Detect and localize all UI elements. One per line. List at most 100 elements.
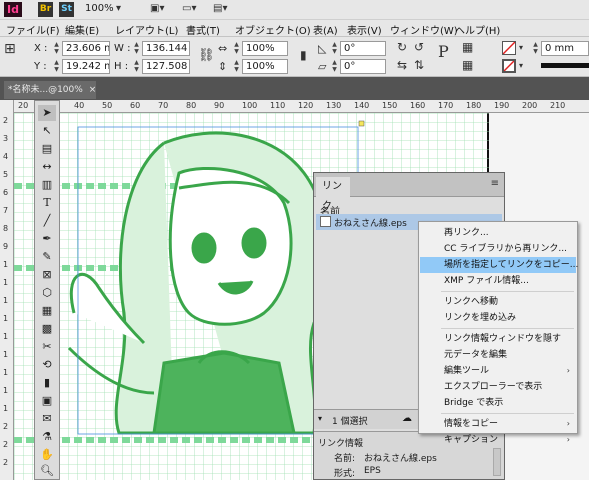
rectangle-frame-tool-icon[interactable]: ⊠ bbox=[38, 267, 56, 283]
w-spinner[interactable]: ▲ ▼ bbox=[132, 41, 141, 56]
context-menu-item[interactable]: 場所を指定してリンクをコピー... bbox=[420, 257, 578, 273]
bridge-button[interactable]: Br bbox=[38, 2, 53, 17]
flip-horizontal-icon[interactable]: ⇆ bbox=[397, 59, 407, 72]
screen-mode-icon[interactable]: ▭▾ bbox=[182, 3, 196, 14]
select-container-icon[interactable]: ▦ bbox=[462, 41, 473, 54]
stroke-type-preview[interactable] bbox=[541, 63, 589, 68]
rotate-cw-icon[interactable]: ↻ bbox=[397, 41, 407, 54]
scale-y-field[interactable]: 100% bbox=[242, 59, 288, 74]
polygon-tool-icon[interactable]: ⬡ bbox=[38, 285, 56, 301]
link-info-header[interactable]: リンク情報 bbox=[318, 436, 363, 449]
y-spinner[interactable]: ▲ ▼ bbox=[52, 59, 61, 74]
context-menu-item[interactable]: 編集ツール › bbox=[420, 363, 576, 379]
line-tool-icon[interactable]: ╱ bbox=[38, 213, 56, 229]
gradient-swatch-tool-icon[interactable]: ▮ bbox=[38, 375, 56, 391]
pencil-tool-icon[interactable]: ✎ bbox=[38, 249, 56, 265]
fill-dropdown-icon[interactable]: ▾ bbox=[519, 41, 523, 54]
close-tab-icon[interactable]: × bbox=[89, 85, 96, 95]
context-menu-item[interactable]: エクスプローラーで表示 bbox=[420, 379, 576, 395]
content-collector-icon[interactable]: ▥ bbox=[38, 177, 56, 193]
context-menu-item[interactable]: CC ライブラリから再リンク... bbox=[420, 241, 576, 257]
rotate-ccw-icon[interactable]: ↺ bbox=[414, 41, 424, 54]
menu-help[interactable]: ヘルプ(H) bbox=[455, 22, 500, 37]
direct-selection-tool-icon[interactable]: ↖ bbox=[38, 123, 56, 139]
context-menu-item[interactable]: 再リンク... bbox=[420, 225, 576, 241]
text-path-icon[interactable]: P bbox=[438, 44, 449, 60]
document-tab[interactable]: *名称未...@100% × bbox=[4, 81, 96, 99]
shear-spinner[interactable]: ▲ ▼ bbox=[330, 59, 339, 74]
menu-file[interactable]: ファイル(F) bbox=[6, 22, 60, 37]
v-ruler-tick: 3 bbox=[3, 134, 9, 143]
shear-angle-field[interactable]: 0° bbox=[340, 59, 386, 74]
reference-point-icon[interactable]: ⊞ bbox=[4, 42, 16, 56]
gradient-feather-tool-icon[interactable]: ▣ bbox=[38, 393, 56, 409]
view-options-icon[interactable]: ▣▾ bbox=[150, 3, 164, 14]
menu-edit[interactable]: 編集(E) bbox=[65, 22, 99, 37]
grid-tool-icon[interactable]: ▩ bbox=[38, 321, 56, 337]
arrange-documents-icon[interactable]: ▤▾ bbox=[213, 3, 227, 14]
context-menu-item[interactable]: リンクを埋め込み bbox=[420, 310, 576, 326]
stroke-dropdown-icon[interactable]: ▾ bbox=[519, 59, 523, 72]
links-tab[interactable]: リンク bbox=[316, 177, 350, 212]
context-menu-item[interactable]: 元データを編集 bbox=[420, 347, 576, 363]
h-ruler-tick: 190 bbox=[494, 101, 510, 110]
table-tool-icon[interactable]: ▦ bbox=[38, 303, 56, 319]
rotation-angle-field[interactable]: 0° bbox=[340, 41, 386, 56]
h-ruler-tick: 140 bbox=[354, 101, 370, 110]
zoom-dropdown-icon[interactable]: ▾ bbox=[116, 3, 121, 14]
stroke-swatch[interactable] bbox=[502, 59, 516, 73]
flip-vertical-icon[interactable]: ⇅ bbox=[414, 59, 424, 72]
free-transform-tool-icon[interactable]: ⟲ bbox=[38, 357, 56, 373]
eyedropper-tool-icon[interactable]: ⚗ bbox=[38, 429, 56, 445]
w-field[interactable]: 136.144 m bbox=[142, 41, 190, 56]
scale-y-spinner[interactable]: ▲ ▼ bbox=[232, 59, 241, 74]
context-menu-item-label: 情報をコピー bbox=[444, 419, 499, 429]
gap-tool-icon[interactable]: ↔ bbox=[38, 159, 56, 175]
v-ruler-tick: 5 bbox=[3, 170, 9, 179]
x-field[interactable]: 23.606 mm bbox=[62, 41, 110, 56]
context-menu-item-label: Bridge で表示 bbox=[444, 398, 504, 408]
context-menu-item[interactable]: リンクへ移動 bbox=[420, 294, 576, 310]
constrain-scale-icon[interactable]: ▮ bbox=[300, 49, 307, 62]
note-tool-icon[interactable]: ✉ bbox=[38, 411, 56, 427]
scissors-tool-icon[interactable]: ✂ bbox=[38, 339, 56, 355]
y-field[interactable]: 19.242 mm bbox=[62, 59, 110, 74]
x-spinner[interactable]: ▲ ▼ bbox=[52, 41, 61, 56]
menu-table[interactable]: 表(A) bbox=[313, 22, 338, 37]
select-content-icon[interactable]: ▦ bbox=[462, 59, 473, 72]
zoom-tool-icon[interactable]: 🔍︎ bbox=[38, 463, 56, 479]
zoom-level[interactable]: 100% bbox=[85, 3, 114, 14]
scale-x-field[interactable]: 100% bbox=[242, 41, 288, 56]
expand-info-icon[interactable]: ▾ bbox=[318, 414, 322, 423]
horizontal-ruler[interactable]: 2030405060708090100110120130140150160170… bbox=[14, 100, 589, 113]
context-menu-item[interactable]: 情報をコピー › bbox=[420, 416, 576, 432]
stock-button[interactable]: St bbox=[59, 2, 74, 17]
h-field[interactable]: 127.508 m bbox=[142, 59, 190, 74]
menu-type[interactable]: 書式(T) bbox=[186, 22, 220, 37]
vertical-ruler[interactable]: 2 3 4 5 6 7 8 9 1 1 1 1 1 1 1 1 1 2 2 2 bbox=[0, 100, 14, 480]
context-menu-item[interactable]: リンク情報ウィンドウを隠す bbox=[420, 331, 576, 347]
page-tool-icon[interactable]: ▤ bbox=[38, 141, 56, 157]
context-menu-item[interactable]: Bridge で表示 bbox=[420, 395, 576, 411]
cc-library-icon[interactable]: ☁ bbox=[402, 413, 412, 424]
hand-tool-icon[interactable]: ✋ bbox=[38, 447, 56, 463]
type-tool-icon[interactable]: T bbox=[38, 195, 56, 211]
menu-layout[interactable]: レイアウト(L) bbox=[115, 22, 178, 37]
v-ruler-tick: 1 bbox=[3, 314, 9, 323]
fill-swatch[interactable] bbox=[502, 41, 516, 55]
menu-object[interactable]: オブジェクト(O) bbox=[235, 22, 311, 37]
angle-spinner[interactable]: ▲ ▼ bbox=[330, 41, 339, 56]
info-scrollbar[interactable] bbox=[493, 448, 501, 476]
stroke-weight-field[interactable]: 0 mm bbox=[541, 41, 589, 56]
stroke-weight-spinner[interactable]: ▲ ▼ bbox=[531, 41, 540, 56]
panel-menu-icon[interactable]: ≡ bbox=[491, 178, 499, 189]
context-menu-item[interactable]: キャプション › bbox=[420, 432, 576, 448]
menu-window[interactable]: ウィンドウ(W) bbox=[390, 22, 458, 37]
selection-tool-icon[interactable]: ➤ bbox=[38, 105, 56, 121]
pen-tool-icon[interactable]: ✒ bbox=[38, 231, 56, 247]
scale-x-spinner[interactable]: ▲ ▼ bbox=[232, 41, 241, 56]
context-menu-item[interactable]: XMP ファイル情報... bbox=[420, 273, 576, 289]
menu-view[interactable]: 表示(V) bbox=[347, 22, 382, 37]
h-spinner[interactable]: ▲ ▼ bbox=[132, 59, 141, 74]
constrain-proportions-icon[interactable]: ⛓ bbox=[198, 49, 215, 62]
